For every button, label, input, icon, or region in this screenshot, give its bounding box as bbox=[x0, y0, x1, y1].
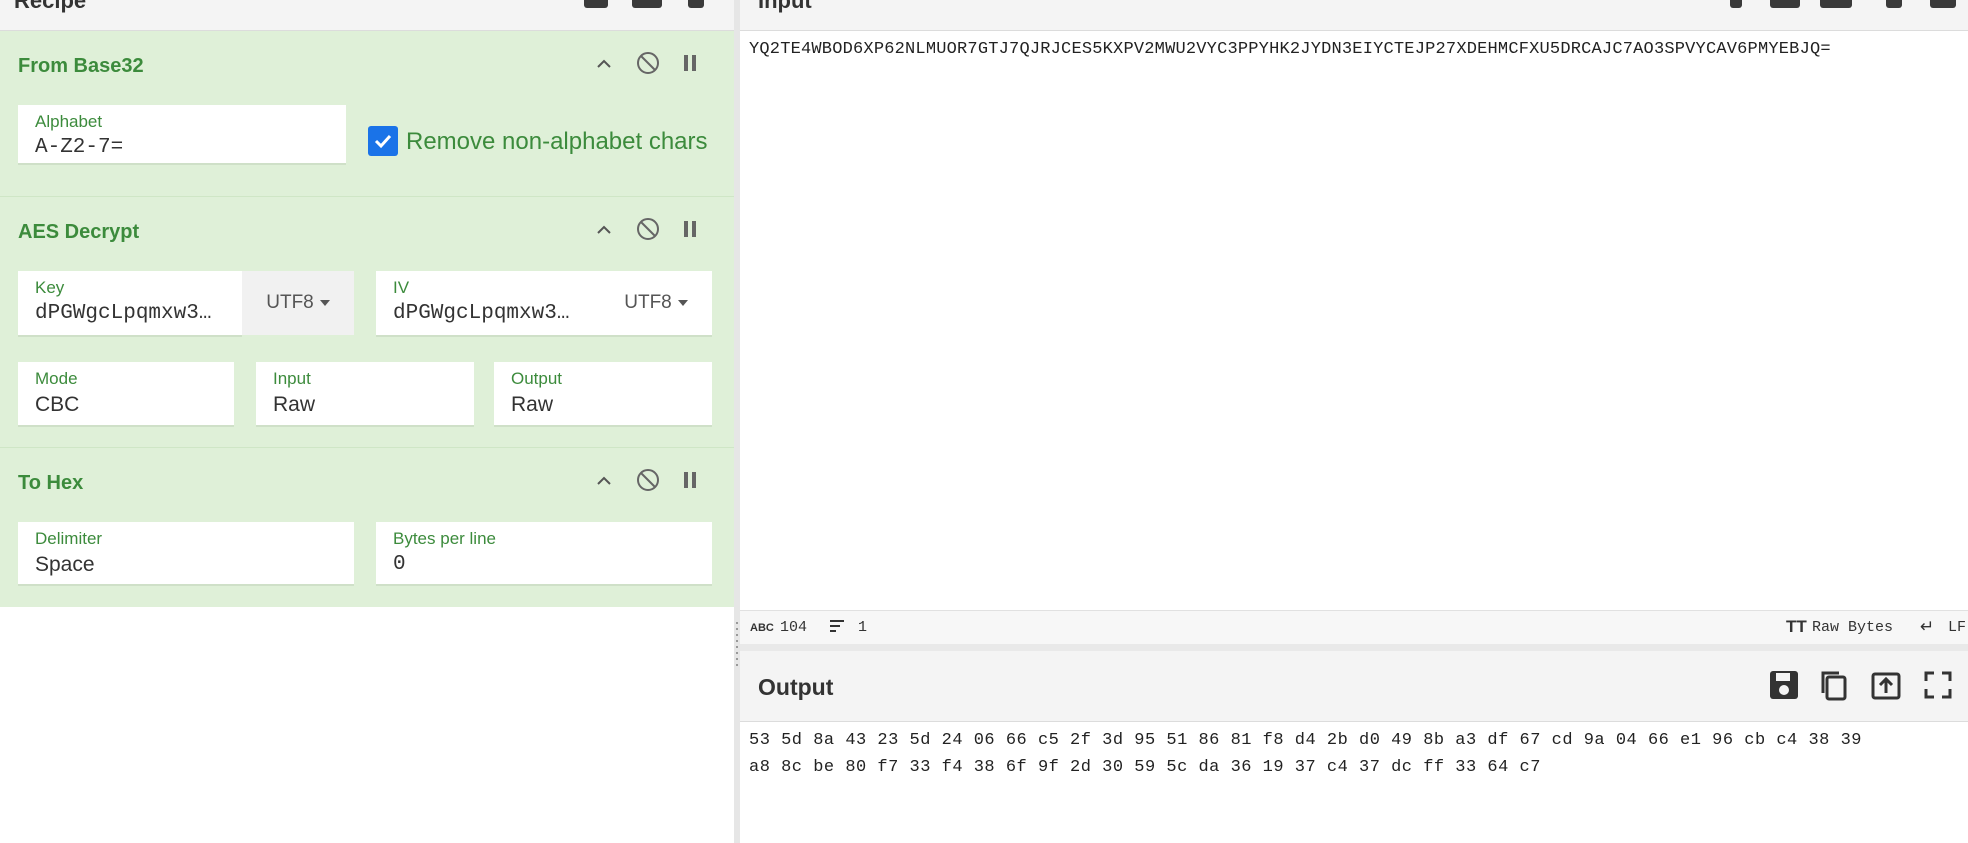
save-output-icon[interactable] bbox=[1768, 669, 1800, 701]
collapse-icon[interactable] bbox=[596, 221, 612, 244]
input-status-bar: ABC 104 1 TT Raw Bytes ↵ LF bbox=[740, 610, 1968, 645]
lines-icon bbox=[828, 618, 846, 638]
copy-output-icon[interactable] bbox=[1818, 669, 1850, 701]
output-format-value: Raw bbox=[511, 393, 554, 416]
iv-encoding-dropdown[interactable]: UTF8 bbox=[600, 271, 712, 335]
key-encoding-label: UTF8 bbox=[266, 292, 314, 313]
bytes-per-line-label: Bytes per line bbox=[393, 529, 496, 548]
save-recipe-icon[interactable] bbox=[584, 0, 608, 8]
resizer-grip bbox=[736, 664, 738, 666]
return-icon: ↵ bbox=[1920, 617, 1935, 636]
input-title: Input bbox=[758, 0, 812, 13]
resizer-grip bbox=[736, 652, 738, 654]
breakpoint-icon[interactable] bbox=[682, 219, 698, 245]
output-line: a8 8c be 80 f7 33 f4 38 6f 9f 2d 30 59 5… bbox=[749, 758, 1541, 777]
mode-label: Mode bbox=[35, 369, 78, 388]
iv-label: IV bbox=[393, 278, 410, 297]
mode-value: CBC bbox=[35, 393, 80, 416]
output-title: Output bbox=[758, 674, 834, 700]
operation-title: To Hex bbox=[18, 472, 84, 494]
input-textarea[interactable]: YQ2TE4WBOD6XP62NLMUOR7GTJ7QJRJCES5KXPV2M… bbox=[740, 31, 1968, 610]
abc-icon: ABC bbox=[750, 622, 774, 634]
resizer-grip bbox=[736, 640, 738, 642]
operation-title: From Base32 bbox=[18, 55, 144, 77]
chevron-down-icon bbox=[319, 300, 330, 306]
key-label: Key bbox=[35, 278, 65, 297]
iv-encoding-label: UTF8 bbox=[624, 292, 672, 313]
recipe-title: Recipe bbox=[14, 0, 87, 13]
mode-dropdown[interactable]: Mode CBC bbox=[18, 362, 234, 427]
line-count: 1 bbox=[858, 619, 868, 636]
output-format-label: Output bbox=[511, 369, 563, 388]
recipe-header: Recipe bbox=[0, 0, 734, 31]
key-field[interactable]: Key dPGWgcLpqmxw3… bbox=[18, 271, 242, 337]
resizer-grip bbox=[736, 622, 738, 624]
chevron-down-icon bbox=[677, 300, 688, 306]
load-recipe-icon[interactable] bbox=[632, 0, 662, 8]
disable-icon[interactable] bbox=[636, 217, 660, 247]
alphabet-label: Alphabet bbox=[35, 112, 103, 131]
alphabet-value[interactable]: A-Z2-7= bbox=[35, 136, 123, 159]
resizer-grip bbox=[736, 634, 738, 636]
output-line: 53 5d 8a 43 23 5d 24 06 66 c5 2f 3d 95 5… bbox=[749, 731, 1862, 750]
recipe-drop-area[interactable] bbox=[0, 607, 734, 843]
reset-layout-icon[interactable] bbox=[1930, 0, 1956, 8]
alphabet-field[interactable]: Alphabet A-Z2-7= bbox=[18, 105, 346, 165]
input-format-dropdown[interactable]: Input Raw bbox=[256, 362, 474, 427]
iv-value[interactable]: dPGWgcLpqmxw3… bbox=[393, 302, 593, 325]
text-format-icon: TT bbox=[1786, 617, 1807, 636]
output-header: Output bbox=[740, 651, 1968, 722]
disable-icon[interactable] bbox=[636, 468, 660, 498]
open-folder-icon[interactable] bbox=[1770, 0, 1800, 8]
open-file-icon[interactable] bbox=[1820, 0, 1852, 8]
delimiter-dropdown[interactable]: Delimiter Space bbox=[18, 522, 354, 586]
remove-non-alphabet-label[interactable]: Remove non-alphabet chars bbox=[406, 128, 708, 156]
check-icon bbox=[374, 134, 392, 149]
maximize-output-icon[interactable] bbox=[1922, 669, 1954, 701]
input-format-value: Raw bbox=[273, 393, 316, 416]
format-button[interactable]: Raw Bytes bbox=[1812, 619, 1893, 636]
delimiter-label: Delimiter bbox=[35, 529, 103, 548]
breakpoint-icon[interactable] bbox=[682, 470, 698, 496]
resizer-grip bbox=[736, 628, 738, 630]
key-value[interactable]: dPGWgcLpqmxw3… bbox=[35, 302, 235, 325]
eol-button[interactable]: LF bbox=[1948, 619, 1966, 636]
input-text[interactable]: YQ2TE4WBOD6XP62NLMUOR7GTJ7QJRJCES5KXPV2M… bbox=[749, 40, 1831, 59]
key-encoding-dropdown[interactable]: UTF8 bbox=[242, 271, 354, 335]
bytes-per-line-field[interactable]: Bytes per line 0 bbox=[376, 522, 712, 586]
input-header: Input bbox=[740, 0, 1968, 31]
add-tab-icon[interactable] bbox=[1730, 0, 1742, 8]
resizer-grip bbox=[736, 646, 738, 648]
delimiter-value: Space bbox=[35, 553, 95, 576]
replace-input-icon[interactable] bbox=[1870, 669, 1902, 701]
operation-title: AES Decrypt bbox=[18, 221, 140, 243]
collapse-icon[interactable] bbox=[596, 55, 612, 78]
disable-icon[interactable] bbox=[636, 51, 660, 81]
bytes-per-line-value[interactable]: 0 bbox=[393, 553, 406, 576]
input-format-label: Input bbox=[273, 369, 311, 388]
output-textarea[interactable]: 53 5d 8a 43 23 5d 24 06 66 c5 2f 3d 95 5… bbox=[740, 722, 1968, 843]
resizer-grip bbox=[736, 658, 738, 660]
io-resizer[interactable] bbox=[740, 644, 1968, 651]
clear-input-icon[interactable] bbox=[1886, 0, 1902, 8]
clear-recipe-icon[interactable] bbox=[688, 0, 704, 8]
output-format-dropdown[interactable]: Output Raw bbox=[494, 362, 712, 427]
char-count: 104 bbox=[780, 619, 808, 636]
breakpoint-icon[interactable] bbox=[682, 53, 698, 79]
remove-non-alphabet-checkbox[interactable] bbox=[368, 126, 398, 156]
collapse-icon[interactable] bbox=[596, 472, 612, 495]
